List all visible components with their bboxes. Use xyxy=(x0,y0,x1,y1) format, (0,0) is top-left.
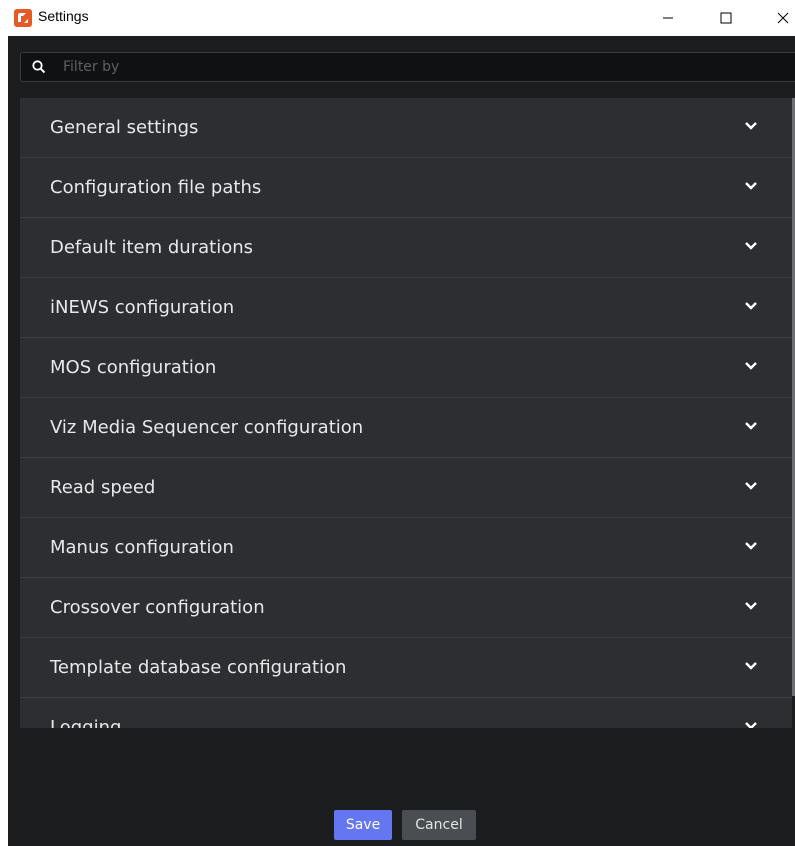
section-mos-configuration[interactable]: MOS configuration xyxy=(20,338,792,398)
section-logging[interactable]: Logging xyxy=(20,698,792,728)
section-label: Read speed xyxy=(50,477,156,498)
section-label: Manus configuration xyxy=(50,537,234,558)
section-label: Configuration file paths xyxy=(50,177,262,198)
section-label: Default item durations xyxy=(50,237,254,258)
app-logo-icon xyxy=(14,9,32,27)
window-title: Settings xyxy=(38,8,89,24)
settings-section-list: General settings Configuration file path… xyxy=(20,98,792,728)
section-label: Crossover configuration xyxy=(50,597,265,618)
cancel-button[interactable]: Cancel xyxy=(402,810,476,840)
section-label: General settings xyxy=(50,117,199,138)
section-read-speed[interactable]: Read speed xyxy=(20,458,792,518)
maximize-button[interactable] xyxy=(703,0,749,36)
minimize-button[interactable] xyxy=(645,0,691,36)
chevron-down-icon xyxy=(745,422,757,430)
section-template-database-configuration[interactable]: Template database configuration xyxy=(20,638,792,698)
chevron-down-icon xyxy=(745,662,757,670)
section-viz-media-sequencer-configuration[interactable]: Viz Media Sequencer configuration xyxy=(20,398,792,458)
chevron-down-icon xyxy=(745,242,757,250)
section-label: Template database configuration xyxy=(50,657,347,678)
window-titlebar: Settings xyxy=(0,0,795,36)
save-button[interactable]: Save xyxy=(334,810,392,840)
section-default-item-durations[interactable]: Default item durations xyxy=(20,218,792,278)
close-button[interactable] xyxy=(760,0,795,36)
section-crossover-configuration[interactable]: Crossover configuration xyxy=(20,578,792,638)
filter-input[interactable] xyxy=(63,53,783,81)
close-icon xyxy=(777,12,789,24)
section-label: iNEWS configuration xyxy=(50,297,235,318)
section-label: MOS configuration xyxy=(50,357,217,378)
chevron-down-icon xyxy=(745,602,757,610)
chevron-down-icon xyxy=(745,302,757,310)
section-label: Viz Media Sequencer configuration xyxy=(50,417,364,438)
chevron-down-icon xyxy=(745,722,757,728)
maximize-icon xyxy=(720,12,732,24)
section-general-settings[interactable]: General settings xyxy=(20,98,792,158)
chevron-down-icon xyxy=(745,482,757,490)
filter-bar xyxy=(20,52,795,82)
minimize-icon xyxy=(663,17,673,19)
chevron-down-icon xyxy=(745,122,757,130)
section-manus-configuration[interactable]: Manus configuration xyxy=(20,518,792,578)
chevron-down-icon xyxy=(745,542,757,550)
section-inews-configuration[interactable]: iNEWS configuration xyxy=(20,278,792,338)
chevron-down-icon xyxy=(745,182,757,190)
chevron-down-icon xyxy=(745,362,757,370)
section-label: Logging xyxy=(50,717,122,728)
section-configuration-file-paths[interactable]: Configuration file paths xyxy=(20,158,792,218)
search-icon xyxy=(32,60,46,74)
settings-panel: General settings Configuration file path… xyxy=(8,36,795,846)
